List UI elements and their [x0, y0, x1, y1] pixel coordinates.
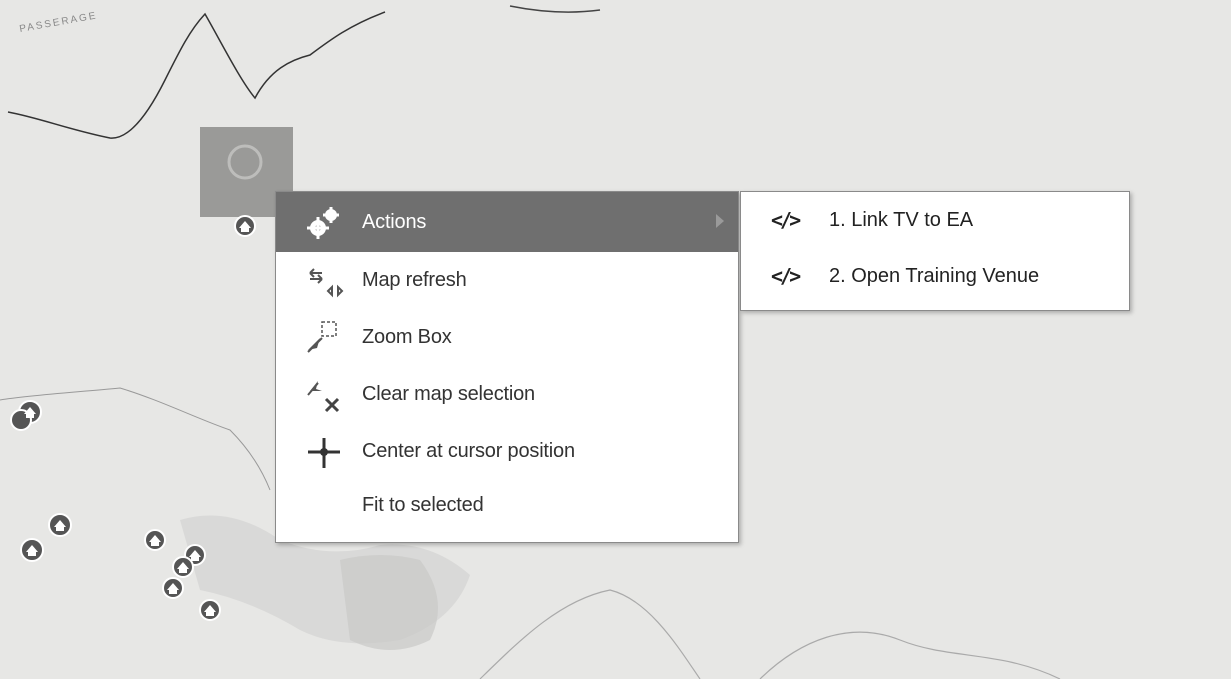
refresh-arrows-icon	[298, 261, 350, 301]
crosshair-icon	[298, 432, 350, 472]
menu-item-clear-map-selection[interactable]: Clear map selection	[276, 366, 738, 423]
submenu-item-label: 1. Link TV to EA	[829, 208, 974, 231]
menu-item-label: Actions	[362, 210, 427, 233]
menu-item-label: Zoom Box	[362, 326, 452, 348]
map-shaded-region	[340, 555, 438, 650]
zoom-box-icon	[298, 318, 350, 358]
menu-item-fit-to-selected[interactable]: Fit to selected	[276, 480, 738, 530]
menu-item-zoom-box[interactable]: Zoom Box	[276, 309, 738, 366]
clear-selection-icon	[298, 375, 350, 415]
submenu-arrow-icon	[716, 214, 724, 228]
menu-item-label: Map refresh	[362, 269, 467, 291]
gears-icon	[298, 202, 350, 242]
menu-item-label: Center at cursor position	[362, 440, 575, 462]
code-tag-icon: </>	[771, 264, 801, 288]
map-context-menu: Actions Map refresh Zoom Box Clear map s…	[275, 191, 739, 543]
submenu-item-open-training-venue[interactable]: </> 2. Open Training Venue	[741, 248, 1129, 304]
menu-item-actions[interactable]: Actions	[276, 192, 738, 252]
actions-submenu: </> 1. Link TV to EA </> 2. Open Trainin…	[740, 191, 1130, 311]
menu-item-center-at-cursor[interactable]: Center at cursor position	[276, 423, 738, 480]
menu-item-label: Clear map selection	[362, 383, 535, 405]
menu-item-map-refresh[interactable]: Map refresh	[276, 252, 738, 309]
submenu-item-label: 2. Open Training Venue	[829, 264, 1040, 287]
code-tag-icon: </>	[771, 208, 801, 232]
blank-icon	[298, 485, 350, 525]
menu-item-label: Fit to selected	[362, 493, 484, 516]
submenu-item-link-tv-to-ea[interactable]: </> 1. Link TV to EA	[741, 192, 1129, 248]
